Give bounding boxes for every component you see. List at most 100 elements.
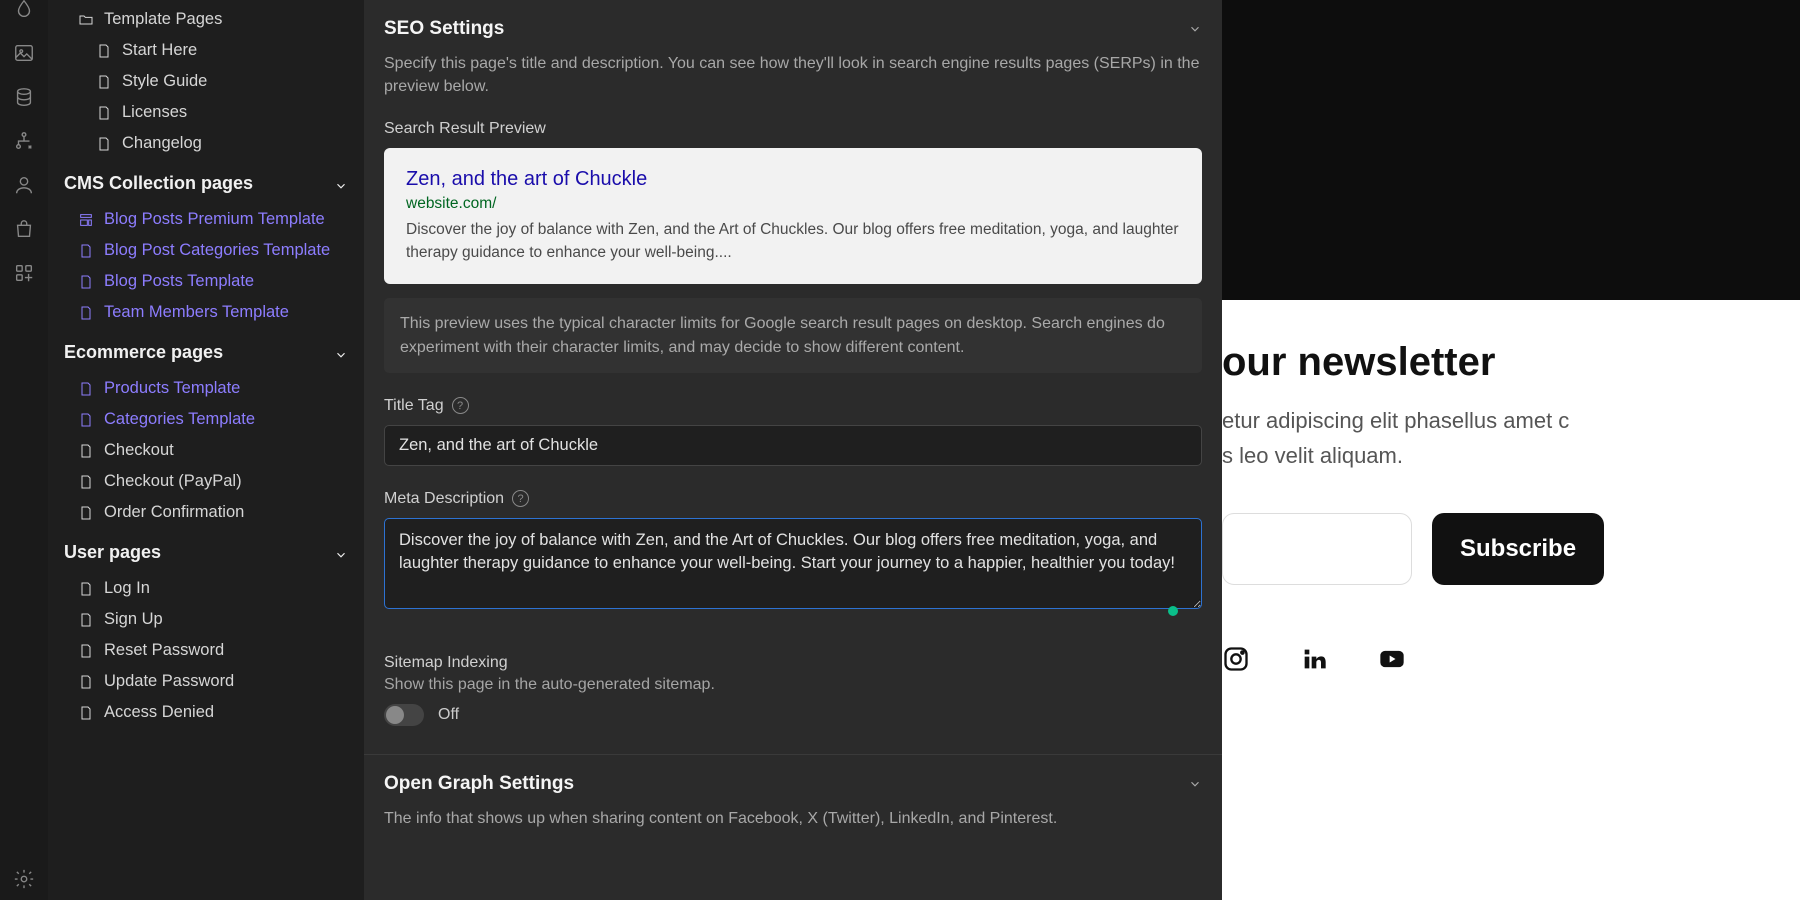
- page-style-guide[interactable]: Style Guide: [48, 66, 364, 97]
- page-reset-password[interactable]: Reset Password: [48, 635, 364, 666]
- page-label: Checkout: [104, 441, 174, 460]
- chevron-down-icon: [1188, 777, 1202, 791]
- image-icon[interactable]: [13, 42, 35, 64]
- page-label: Order Confirmation: [104, 503, 244, 522]
- seo-section-desc: Specify this page's title and descriptio…: [384, 52, 1202, 98]
- folder-icon: [78, 12, 94, 28]
- sitemap-desc: Show this page in the auto-generated sit…: [384, 676, 1202, 694]
- chevron-down-icon: [334, 546, 348, 560]
- linkedin-icon[interactable]: [1300, 645, 1328, 673]
- search-preview-label: Search Result Preview: [384, 120, 1202, 138]
- folder-template-pages[interactable]: Template Pages: [48, 4, 364, 35]
- section-cms-collection[interactable]: CMS Collection pages: [48, 159, 364, 204]
- chevron-down-icon: [334, 346, 348, 360]
- page-icon: [78, 474, 94, 490]
- serp-url: website.com/: [406, 195, 1180, 213]
- page-icon: [78, 505, 94, 521]
- help-icon[interactable]: ?: [512, 490, 529, 507]
- toggle-state-label: Off: [438, 706, 459, 724]
- section-ecommerce[interactable]: Ecommerce pages: [48, 328, 364, 373]
- page-label: Log In: [104, 579, 150, 598]
- page-label: Blog Post Categories Template: [104, 241, 330, 260]
- pages-sidebar: Template Pages Start Here Style Guide Li…: [48, 0, 364, 900]
- page-icon: [78, 412, 94, 428]
- page-label: Blog Posts Premium Template: [104, 210, 325, 229]
- status-dot-icon: [1168, 606, 1178, 616]
- og-section-header[interactable]: Open Graph Settings: [384, 755, 1202, 807]
- page-checkout-paypal[interactable]: Checkout (PayPal): [48, 466, 364, 497]
- sitemap-label: Sitemap Indexing: [384, 654, 1202, 672]
- serp-preview: Zen, and the art of Chuckle website.com/…: [384, 148, 1202, 284]
- youtube-icon[interactable]: [1378, 645, 1406, 673]
- page-icon: [78, 381, 94, 397]
- section-title: Open Graph Settings: [384, 773, 574, 795]
- page-update-password[interactable]: Update Password: [48, 666, 364, 697]
- meta-description-input[interactable]: [384, 518, 1202, 609]
- subscribe-button[interactable]: Subscribe: [1432, 513, 1604, 585]
- settings-panel: SEO Settings Specify this page's title a…: [364, 0, 1222, 900]
- page-icon: [78, 674, 94, 690]
- instagram-icon[interactable]: [1222, 645, 1250, 673]
- user-icon[interactable]: [13, 174, 35, 196]
- icon-rail: [0, 0, 48, 900]
- network-icon[interactable]: [13, 130, 35, 152]
- section-user-pages[interactable]: User pages: [48, 528, 364, 573]
- help-icon[interactable]: ?: [452, 397, 469, 414]
- droplet-icon[interactable]: [13, 0, 35, 20]
- page-icon: [78, 705, 94, 721]
- page-blog-posts[interactable]: Blog Posts Template: [48, 266, 364, 297]
- newsletter-footer: our newsletter etur adipiscing elit phas…: [1222, 300, 1800, 900]
- page-icon: [78, 243, 94, 259]
- page-team-members[interactable]: Team Members Template: [48, 297, 364, 328]
- page-label: Style Guide: [122, 72, 207, 91]
- page-products-template[interactable]: Products Template: [48, 373, 364, 404]
- page-blog-posts-premium[interactable]: Blog Posts Premium Template: [48, 204, 364, 235]
- newsletter-desc: etur adipiscing elit phasellus amet c s …: [1222, 403, 1800, 473]
- page-access-denied[interactable]: Access Denied: [48, 697, 364, 728]
- page-label: Update Password: [104, 672, 234, 691]
- page-label: Categories Template: [104, 410, 255, 429]
- title-tag-label: Title Tag ?: [384, 397, 1202, 415]
- apps-icon[interactable]: [13, 262, 35, 284]
- seo-section-header[interactable]: SEO Settings: [384, 0, 1202, 52]
- serp-description: Discover the joy of balance with Zen, an…: [406, 219, 1180, 264]
- page-order-confirmation[interactable]: Order Confirmation: [48, 497, 364, 528]
- chevron-down-icon: [1188, 22, 1202, 36]
- collection-icon: [78, 212, 94, 228]
- section-title: SEO Settings: [384, 18, 504, 40]
- page-licenses[interactable]: Licenses: [48, 97, 364, 128]
- settings-icon[interactable]: [13, 868, 35, 890]
- page-start-here[interactable]: Start Here: [48, 35, 364, 66]
- title-tag-input[interactable]: [384, 425, 1202, 466]
- page-signup[interactable]: Sign Up: [48, 604, 364, 635]
- page-label: Licenses: [122, 103, 187, 122]
- page-icon: [78, 274, 94, 290]
- meta-description-label: Meta Description ?: [384, 490, 1202, 508]
- email-field[interactable]: [1222, 513, 1412, 585]
- og-section-desc: The info that shows up when sharing cont…: [384, 807, 1202, 830]
- chevron-down-icon: [334, 177, 348, 191]
- page-categories-template[interactable]: Categories Template: [48, 404, 364, 435]
- page-label: Blog Posts Template: [104, 272, 254, 291]
- page-checkout[interactable]: Checkout: [48, 435, 364, 466]
- page-icon: [78, 643, 94, 659]
- page-label: Sign Up: [104, 610, 163, 629]
- page-icon: [78, 612, 94, 628]
- database-icon[interactable]: [13, 86, 35, 108]
- newsletter-title: our newsletter: [1222, 340, 1800, 385]
- folder-label: Template Pages: [104, 10, 222, 29]
- page-icon: [96, 105, 112, 121]
- page-icon: [78, 581, 94, 597]
- page-icon: [96, 136, 112, 152]
- section-label: CMS Collection pages: [64, 173, 253, 194]
- page-login[interactable]: Log In: [48, 573, 364, 604]
- section-label: Ecommerce pages: [64, 342, 223, 363]
- section-label: User pages: [64, 542, 161, 563]
- serp-title: Zen, and the art of Chuckle: [406, 168, 1180, 191]
- page-icon: [78, 305, 94, 321]
- page-label: Team Members Template: [104, 303, 289, 322]
- page-blog-categories[interactable]: Blog Post Categories Template: [48, 235, 364, 266]
- page-changelog[interactable]: Changelog: [48, 128, 364, 159]
- sitemap-toggle[interactable]: [384, 704, 424, 726]
- shopping-bag-icon[interactable]: [13, 218, 35, 240]
